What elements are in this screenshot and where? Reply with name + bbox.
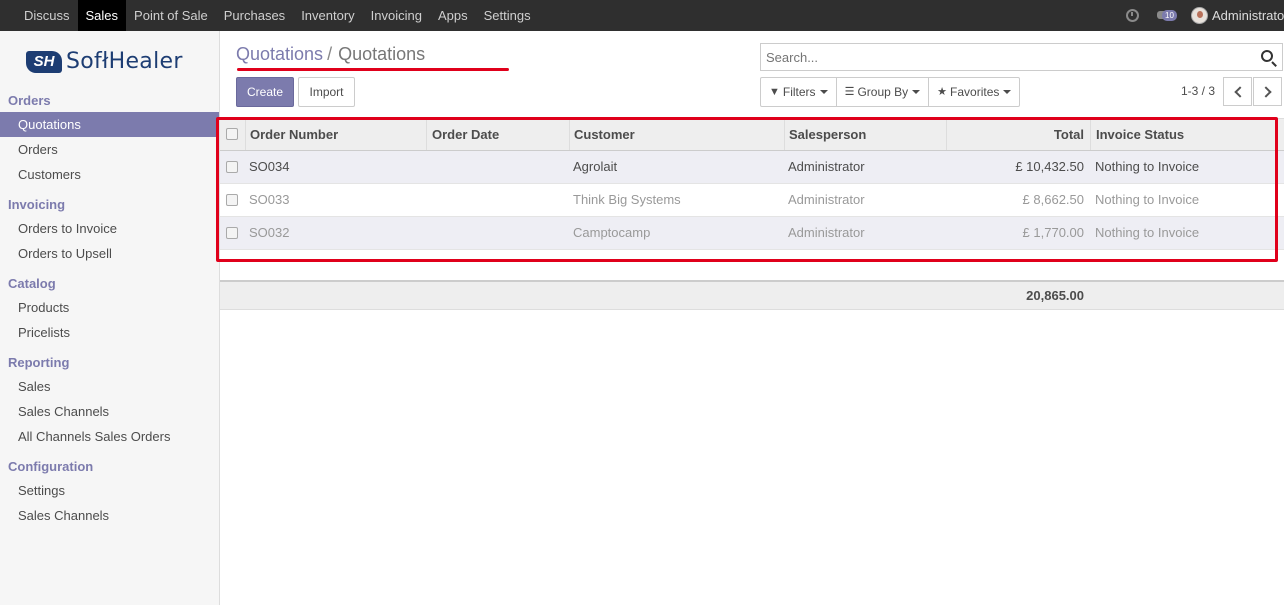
sidebar-item-quotations[interactable]: Quotations (0, 112, 219, 137)
sidebar-item-customers[interactable]: Customers (0, 162, 219, 187)
sidebar-item-config-sales-channels[interactable]: Sales Channels (0, 503, 219, 528)
menu-settings[interactable]: Settings (476, 0, 539, 31)
sidebar-item-pricelists[interactable]: Pricelists (0, 320, 219, 345)
pager-next-button[interactable] (1253, 77, 1282, 106)
sidebar-section-invoicing: Invoicing Orders to Invoice Orders to Up… (0, 194, 219, 266)
logo-mark: SH (26, 50, 62, 73)
sidebar-item-all-channels-sales-orders[interactable]: All Channels Sales Orders (0, 424, 219, 449)
breadcrumb: Quotations / Quotations (236, 44, 425, 65)
menu-discuss[interactable]: Discuss (16, 0, 78, 31)
group-by-label: Group By (857, 85, 909, 99)
pager-value[interactable]: 1-3 / 3 (1181, 84, 1215, 98)
filter-icon: ▼ (769, 86, 780, 98)
top-navbar: Discuss Sales Point of Sale Purchases In… (0, 0, 1284, 31)
sidebar-item-orders-to-invoice[interactable]: Orders to Invoice (0, 216, 219, 241)
sidebar-section-configuration: Configuration Settings Sales Channels (0, 456, 219, 528)
annotation-highlight-box (216, 117, 1278, 262)
menu-point-of-sale[interactable]: Point of Sale (126, 0, 216, 31)
sidebar-item-orders[interactable]: Orders (0, 137, 219, 162)
breadcrumb-parent[interactable]: Quotations (236, 44, 323, 64)
annotation-underline (237, 68, 509, 71)
import-button[interactable]: Import (298, 77, 355, 107)
table-footer-totals: 20,865.00 (220, 280, 1284, 310)
user-menu[interactable]: Administrator (1212, 8, 1284, 23)
sidebar-item-settings[interactable]: Settings (0, 478, 219, 503)
group-by-dropdown[interactable]: ☰ Group By (837, 78, 930, 106)
search-input[interactable] (761, 44, 1241, 70)
grand-total: 20,865.00 (1026, 288, 1084, 303)
sidebar-item-reporting-sales[interactable]: Sales (0, 374, 219, 399)
caret-down-icon (1003, 90, 1012, 94)
sidebar-item-products[interactable]: Products (0, 295, 219, 320)
filters-dropdown[interactable]: ▼ Filters (761, 78, 837, 106)
messages-icon[interactable]: 10 (1157, 9, 1179, 23)
search-icon[interactable] (1261, 50, 1273, 62)
caret-down-icon (912, 90, 921, 94)
logo-text: SofłHealer (66, 49, 183, 74)
menu-invoicing[interactable]: Invoicing (363, 0, 430, 31)
chevron-right-icon (1260, 86, 1272, 98)
list-icon: ☰ (844, 86, 855, 98)
app-menu: Discuss Sales Point of Sale Purchases In… (16, 0, 539, 31)
menu-apps[interactable]: Apps (430, 0, 476, 31)
caret-down-icon (819, 90, 828, 94)
sidebar-heading-configuration[interactable]: Configuration (0, 456, 219, 478)
sidebar-item-reporting-sales-channels[interactable]: Sales Channels (0, 399, 219, 424)
chevron-left-icon (1234, 86, 1246, 98)
sidebar-section-catalog: Catalog Products Pricelists (0, 273, 219, 345)
favorites-dropdown[interactable]: ★ Favorites (929, 78, 1019, 106)
user-avatar[interactable] (1191, 7, 1208, 24)
sidebar-heading-reporting[interactable]: Reporting (0, 352, 219, 374)
company-logo: SH SofłHealer (26, 49, 183, 74)
sidebar-section-orders: Orders Quotations Orders Customers (0, 90, 219, 187)
sidebar-item-orders-to-upsell[interactable]: Orders to Upsell (0, 241, 219, 266)
systray: 10 Administrator (1126, 0, 1284, 31)
star-icon: ★ (937, 86, 948, 98)
sidebar: SH SofłHealer Orders Quotations Orders C… (0, 31, 220, 605)
sidebar-heading-catalog[interactable]: Catalog (0, 273, 219, 295)
breadcrumb-current: Quotations (338, 44, 426, 64)
message-count-badge: 10 (1162, 9, 1177, 21)
create-button[interactable]: Create (236, 77, 294, 107)
filters-label: Filters (782, 85, 816, 99)
sidebar-heading-invoicing[interactable]: Invoicing (0, 194, 219, 216)
activity-clock-icon[interactable] (1126, 9, 1139, 22)
search-bar (760, 43, 1283, 71)
search-options: ▼ Filters ☰ Group By ★ Favorites (760, 77, 1021, 107)
sidebar-section-reporting: Reporting Sales Sales Channels All Chann… (0, 352, 219, 449)
menu-purchases[interactable]: Purchases (216, 0, 293, 31)
sidebar-heading-orders[interactable]: Orders (0, 90, 219, 112)
breadcrumb-separator: / (327, 44, 333, 64)
menu-sales[interactable]: Sales (77, 0, 127, 31)
pager-previous-button[interactable] (1223, 77, 1252, 106)
favorites-label: Favorites (950, 85, 1000, 99)
menu-inventory[interactable]: Inventory (293, 0, 362, 31)
